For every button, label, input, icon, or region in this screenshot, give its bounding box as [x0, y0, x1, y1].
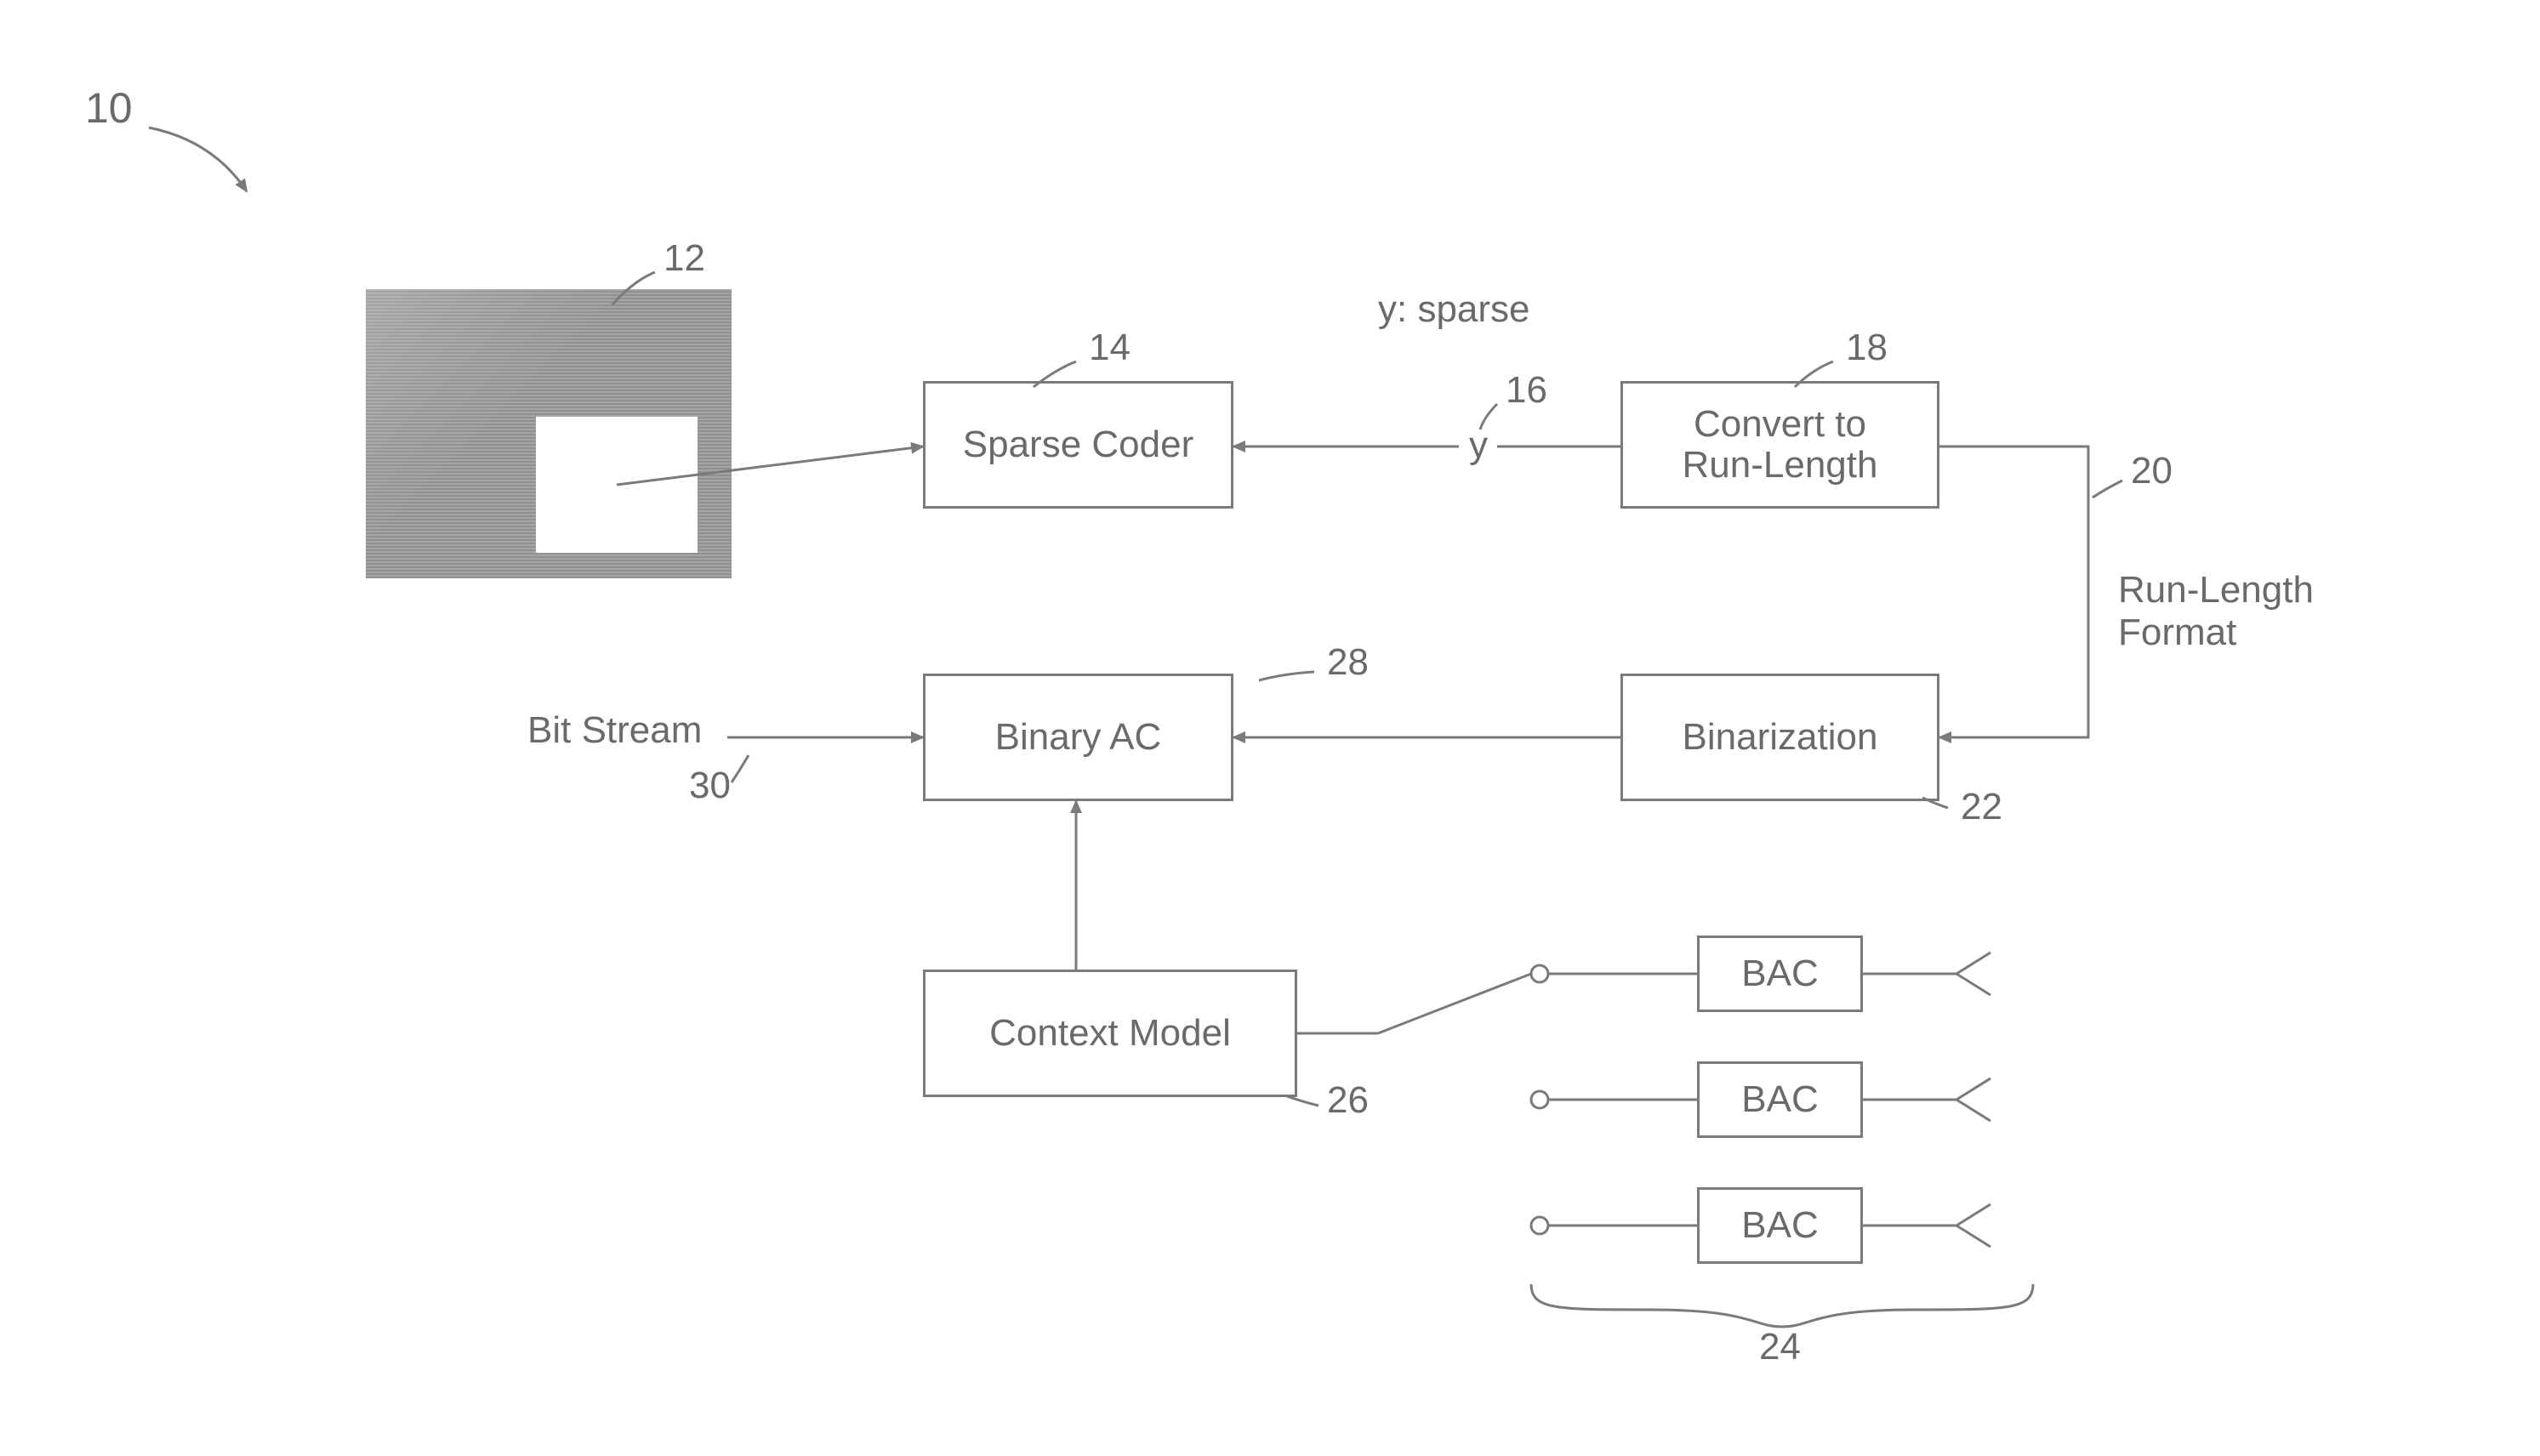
ref-30: 30 — [689, 765, 731, 806]
ref-18: 18 — [1846, 327, 1888, 368]
binary-ac-label: Binary AC — [995, 717, 1162, 758]
overlay-svg — [0, 0, 2540, 1456]
box-binarization: Binarization — [1620, 674, 1939, 801]
ref-10: 10 — [85, 85, 133, 132]
ref-26: 26 — [1327, 1080, 1369, 1121]
bac-2-label: BAC — [1741, 1079, 1818, 1120]
input-image-cutout — [536, 417, 698, 553]
box-sparse-coder: Sparse Coder — [923, 381, 1233, 509]
box-context-model: Context Model — [923, 970, 1297, 1097]
ref-20: 20 — [2131, 451, 2173, 492]
box-binary-ac: Binary AC — [923, 674, 1233, 801]
runlen-l1: Run-Length — [2118, 570, 2314, 611]
box-bac-2: BAC — [1697, 1061, 1863, 1138]
bac-3-label: BAC — [1741, 1205, 1818, 1246]
ref-12: 12 — [663, 238, 705, 279]
bit-stream-label: Bit Stream — [527, 710, 702, 751]
box-bac-3: BAC — [1697, 1187, 1863, 1264]
box-bac-1: BAC — [1697, 936, 1863, 1012]
convert-l1: Convert to — [1683, 404, 1878, 445]
ref-16: 16 — [1506, 370, 1547, 411]
runlen-l2: Format — [2118, 612, 2236, 653]
ref-22: 22 — [1961, 787, 2002, 828]
y-glyph: y — [1469, 425, 1488, 466]
binarization-label: Binarization — [1683, 717, 1878, 758]
ref-28: 28 — [1327, 642, 1369, 683]
ref-14: 14 — [1089, 327, 1130, 368]
convert-l2: Run-Length — [1683, 445, 1878, 486]
box-convert: Convert to Run-Length — [1620, 381, 1939, 509]
y-sparse-title: y: sparse — [1378, 289, 1530, 330]
context-model-label: Context Model — [989, 1013, 1231, 1054]
sparse-coder-label: Sparse Coder — [963, 424, 1193, 465]
ref-24: 24 — [1759, 1327, 1801, 1368]
bac-1-label: BAC — [1741, 953, 1818, 994]
